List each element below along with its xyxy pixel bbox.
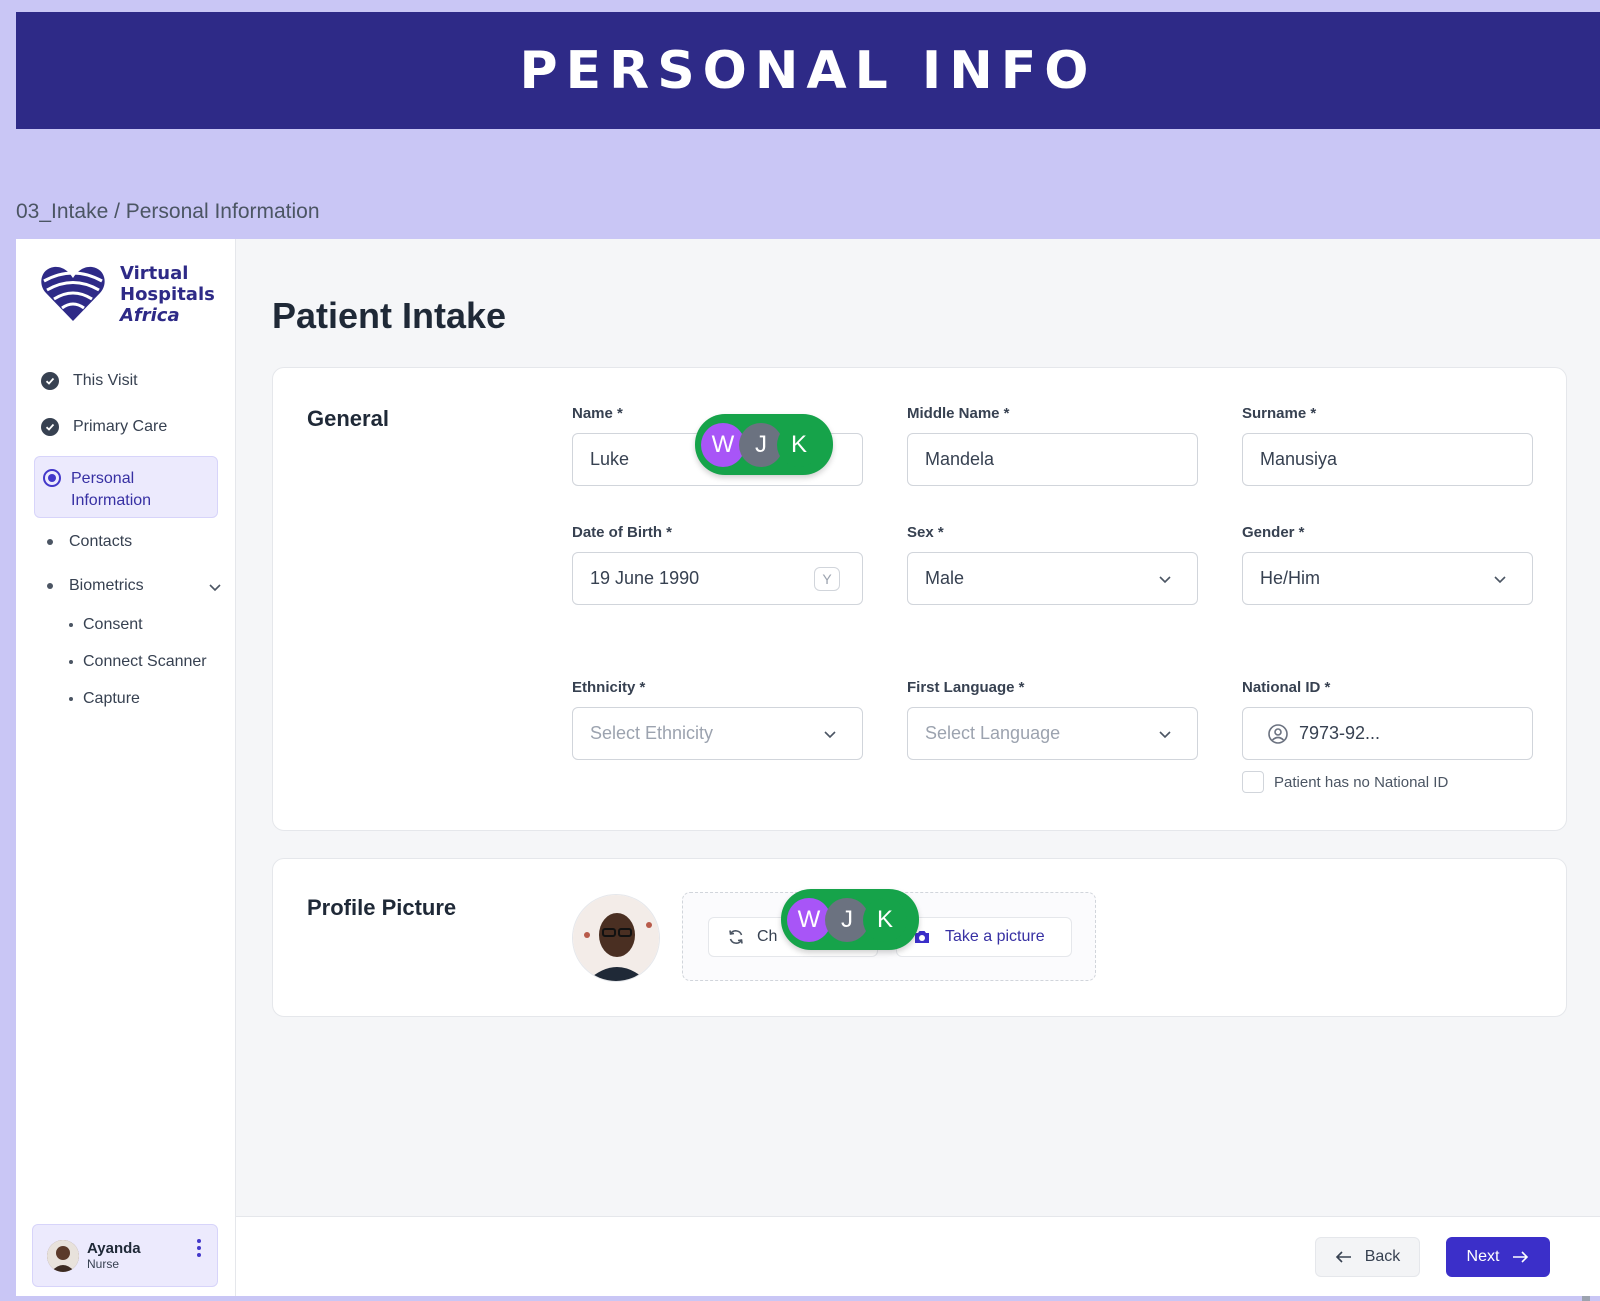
chevron-down-icon[interactable] — [207, 579, 223, 595]
page-title: Patient Intake — [272, 295, 507, 336]
user-role: Nurse — [87, 1257, 120, 1271]
profile-picture-title: Profile Picture — [307, 895, 457, 920]
sex-select[interactable]: Male — [907, 552, 1198, 605]
banner-title: PERSONAL INFO — [519, 40, 1097, 101]
user-name: Ayanda — [87, 1240, 141, 1257]
refresh-icon — [729, 930, 743, 944]
collaborator-presence[interactable]: W J K — [781, 889, 919, 950]
check-circle-icon — [41, 372, 59, 390]
dob-format-toggle[interactable]: Y — [814, 567, 840, 591]
sidebar-item-label: Consent — [83, 616, 143, 633]
back-button[interactable]: Back — [1315, 1237, 1420, 1277]
no-national-id-label: Patient has no National ID — [1274, 773, 1449, 791]
sidebar-item-label: Connect Scanner — [83, 653, 207, 670]
sidebar-item-contacts[interactable]: Contacts — [43, 533, 132, 551]
sidebar-item-label: Contacts — [69, 533, 133, 550]
bullet-icon — [69, 660, 73, 664]
brand-logo[interactable]: Virtual Hospitals Africa — [38, 263, 215, 326]
gender-select[interactable]: He/Him — [1242, 552, 1533, 605]
first-language-label: First Language * — [907, 679, 1025, 696]
page-banner: PERSONAL INFO — [16, 12, 1600, 129]
no-national-id-option[interactable]: Patient has no National ID — [1242, 771, 1448, 793]
name-label: Name * — [572, 405, 623, 422]
collaborator-avatar: K — [777, 422, 821, 467]
collaborator-presence[interactable]: W J K — [695, 414, 833, 475]
chevron-down-icon — [1159, 731, 1171, 739]
surname-label: Surname * — [1242, 405, 1317, 422]
avatar — [47, 1239, 79, 1272]
footer-actions: Back Next — [236, 1216, 1600, 1296]
arrow-left-icon — [1335, 1251, 1351, 1263]
sidebar-item-label: Primary Care — [73, 418, 168, 435]
general-section-title: General — [307, 406, 389, 431]
bullet-icon — [47, 539, 53, 545]
middle-name-label: Middle Name * — [907, 405, 1010, 422]
chevron-down-icon — [1159, 576, 1171, 584]
sidebar: Virtual Hospitals Africa This Visit Prim… — [16, 239, 236, 1296]
heart-logo-icon — [41, 266, 105, 321]
sidebar-item-label: This Visit — [73, 372, 138, 389]
user-profile-card[interactable]: Ayanda Nurse — [32, 1224, 218, 1287]
sidebar-item-primary-care[interactable]: Primary Care — [41, 418, 167, 436]
breadcrumb: 03_Intake / Personal Information — [16, 200, 320, 223]
check-circle-icon — [41, 418, 59, 436]
sidebar-item-this-visit[interactable]: This Visit — [41, 372, 138, 390]
ethnicity-select[interactable]: Select Ethnicity — [572, 707, 863, 760]
sidebar-item-personal-information[interactable]: Personal Information — [34, 456, 218, 518]
no-national-id-checkbox[interactable] — [1242, 771, 1264, 793]
middle-name-input[interactable]: Mandela — [907, 433, 1198, 486]
next-button[interactable]: Next — [1446, 1237, 1550, 1277]
arrow-right-icon — [1513, 1251, 1529, 1263]
sidebar-item-label: Biometrics — [69, 577, 144, 594]
collaborator-avatar: K — [863, 897, 907, 942]
chevron-down-icon — [1494, 576, 1506, 584]
sidebar-item-capture[interactable]: Capture — [69, 690, 140, 708]
dob-label: Date of Birth * — [572, 524, 673, 541]
take-picture-button[interactable]: Take a picture — [896, 917, 1072, 957]
sidebar-item-connect-scanner[interactable]: Connect Scanner — [69, 653, 207, 671]
surname-input[interactable]: Manusiya — [1242, 433, 1533, 486]
dob-input[interactable]: 19 June 1990 Y — [572, 552, 863, 605]
profile-photo — [572, 894, 660, 982]
sidebar-item-label: Capture — [83, 690, 140, 707]
more-options-icon[interactable] — [197, 1239, 201, 1257]
radio-current-icon — [43, 469, 61, 487]
app-window: Virtual Hospitals Africa This Visit Prim… — [16, 239, 1600, 1301]
brand-name: Virtual Hospitals Africa — [120, 263, 215, 326]
sex-label: Sex * — [907, 524, 944, 541]
sidebar-item-biometrics[interactable]: Biometrics — [43, 577, 223, 595]
bullet-icon — [47, 583, 53, 589]
bullet-icon — [69, 697, 73, 701]
chevron-down-icon — [824, 731, 836, 739]
national-id-input[interactable]: 7973-92... — [1242, 707, 1533, 760]
national-id-label: National ID * — [1242, 679, 1331, 696]
first-language-select[interactable]: Select Language — [907, 707, 1198, 760]
gender-label: Gender * — [1242, 524, 1305, 541]
sidebar-item-consent[interactable]: Consent — [69, 616, 143, 634]
bullet-icon — [69, 623, 73, 627]
ethnicity-label: Ethnicity * — [572, 679, 646, 696]
user-circle-icon — [1268, 723, 1288, 744]
